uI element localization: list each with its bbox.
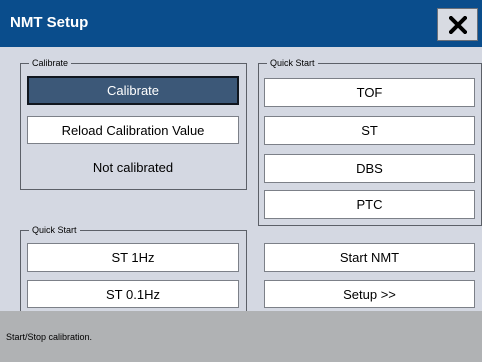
tof-button[interactable]: TOF	[264, 78, 475, 107]
ptc-button[interactable]: PTC	[264, 190, 475, 219]
quick-start-right-label: Quick Start	[267, 57, 318, 69]
title-bar: NMT Setup	[0, 0, 482, 47]
window-title: NMT Setup	[10, 14, 89, 31]
calibration-status: Not calibrated	[92, 159, 174, 175]
dialog-body: Calibrate Calibrate Reload Calibration V…	[0, 47, 482, 314]
status-bar: Start/Stop calibration.	[0, 311, 482, 362]
quick-start-left-label: Quick Start	[29, 224, 80, 236]
calibrate-group-label: Calibrate	[29, 57, 72, 69]
st-0-1hz-button[interactable]: ST 0.1Hz	[27, 280, 239, 308]
close-icon	[448, 15, 467, 34]
st-1hz-button[interactable]: ST 1Hz	[27, 243, 239, 272]
dbs-button[interactable]: DBS	[264, 154, 475, 183]
close-button[interactable]	[437, 8, 478, 41]
setup-button[interactable]: Setup >>	[264, 280, 475, 308]
status-message: Start/Stop calibration.	[6, 332, 93, 342]
reload-calibration-button[interactable]: Reload Calibration Value	[27, 116, 239, 144]
start-nmt-button[interactable]: Start NMT	[264, 243, 475, 272]
calibrate-button[interactable]: Calibrate	[27, 76, 239, 105]
st-button[interactable]: ST	[264, 116, 475, 145]
